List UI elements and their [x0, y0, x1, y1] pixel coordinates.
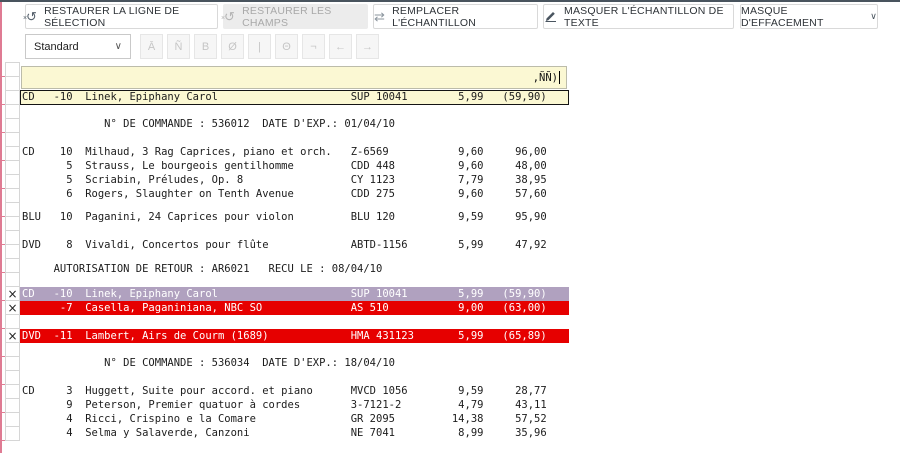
document-line[interactable]: BLU 10 Paganini, 24 Caprices pour violon…: [20, 210, 569, 224]
text-cursor: [559, 71, 560, 84]
document-area: ,ÑÑ) CD -10 Linek, Epiphany Carol SUP 10…: [0, 0, 900, 453]
left-edge-tick: [0, 412, 5, 413]
gutter-line: [5, 76, 20, 77]
gutter-line: [5, 160, 20, 161]
document-line[interactable]: 5 Scriabin, Préludes, Op. 8 CY 1123 7,79…: [20, 173, 569, 187]
deleted-row[interactable]: CD -10 Linek, Epiphany Carol SUP 10041 5…: [20, 287, 569, 301]
document-line[interactable]: AUTORISATION DE RETOUR : AR6021 RECU LE …: [20, 262, 569, 276]
deleted-row[interactable]: DVD -11 Lambert, Airs de Courm (1689) HM…: [20, 329, 569, 343]
left-edge-tick: [0, 440, 5, 441]
deleted-row-x-icon[interactable]: ×: [5, 329, 20, 343]
gutter-line: [5, 146, 20, 147]
document-line[interactable]: CD 10 Milhaud, 3 Rag Caprices, piano et …: [20, 145, 569, 159]
gutter-line: [5, 132, 20, 133]
mask-input-value: ,ÑÑ): [533, 72, 558, 84]
gutter-line: [5, 188, 20, 189]
document-line[interactable]: 6 Rogers, Slaughter on Tenth Avenue CDD …: [20, 187, 569, 201]
left-edge-tick: [0, 384, 5, 385]
gutter-line: [5, 174, 20, 175]
gutter-line: [5, 118, 20, 119]
gutter-line: [5, 426, 20, 427]
gutter-line: [5, 384, 20, 385]
deleted-row-x-icon[interactable]: ×: [5, 301, 20, 315]
left-edge-tick: [0, 188, 5, 189]
gutter-line: [5, 412, 20, 413]
document-line[interactable]: 9 Peterson, Premier quatuor à cordes 3-7…: [20, 398, 569, 412]
gutter-line: [5, 440, 20, 441]
mask-input-field[interactable]: ,ÑÑ): [21, 66, 567, 89]
gutter-line: [5, 104, 20, 105]
gutter-line: [5, 244, 20, 245]
gutter-line: [5, 272, 20, 273]
left-edge-tick: [0, 104, 5, 105]
left-edge-tick: [0, 160, 5, 161]
document-line[interactable]: CD 3 Huggett, Suite pour accord. et pian…: [20, 384, 569, 398]
left-edge-tick: [0, 356, 5, 357]
gutter-line: [5, 216, 20, 217]
left-edge-tick: [0, 272, 5, 273]
document-line[interactable]: DVD 8 Vivaldi, Concertos pour flûte ABTD…: [20, 238, 569, 252]
deleted-row-x-icon[interactable]: ×: [5, 287, 20, 301]
gutter-line: [5, 202, 20, 203]
document-line[interactable]: 5 Strauss, Le bourgeois gentilhomme CDD …: [20, 159, 569, 173]
document-line[interactable]: N° DE COMMANDE : 536034 DATE D'EXP.: 18/…: [20, 356, 569, 370]
gutter-line: [5, 258, 20, 259]
gutter-line: [5, 90, 20, 91]
gutter-line: [5, 230, 20, 231]
left-edge-tick: [0, 216, 5, 217]
selected-row[interactable]: CD -10 Linek, Epiphany Carol SUP 10041 5…: [20, 90, 569, 105]
gutter-line: [5, 62, 20, 63]
left-edge-tick: [0, 244, 5, 245]
document-line[interactable]: 4 Ricci, Crispino e la Comare GR 2095 14…: [20, 412, 569, 426]
left-edge-tick: [0, 132, 5, 133]
document-line[interactable]: 4 Selma y Salaverde, Canzoni NE 7041 8,9…: [20, 426, 569, 440]
gutter-line: [5, 370, 20, 371]
deleted-row[interactable]: -7 Casella, Paganiniana, NBC SO AS 510 9…: [20, 301, 569, 315]
left-edge-tick: [0, 76, 5, 77]
document-line[interactable]: N° DE COMMANDE : 536012 DATE D'EXP.: 01/…: [20, 117, 569, 131]
gutter-line: [5, 356, 20, 357]
gutter-line: [5, 398, 20, 399]
